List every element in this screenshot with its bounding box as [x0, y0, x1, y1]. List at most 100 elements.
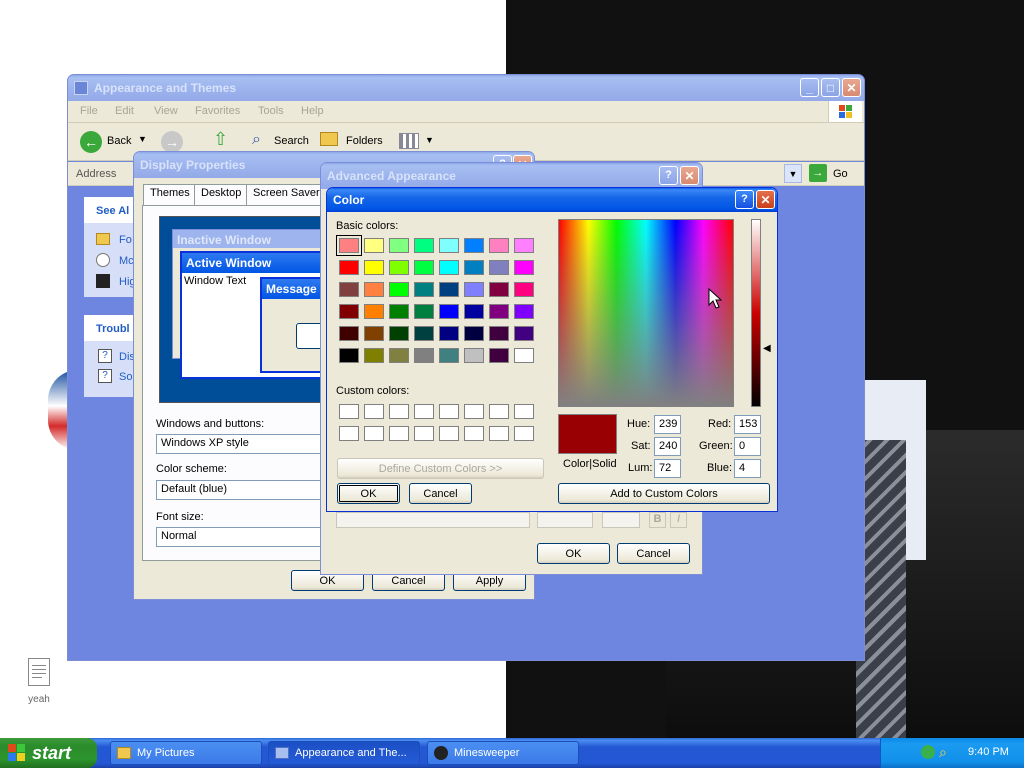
basic-color-swatch[interactable] [489, 282, 509, 297]
color-dialog[interactable]: Color ? ✕ Basic colors: Custom colors: D… [326, 187, 778, 512]
basic-color-swatch[interactable] [514, 326, 534, 341]
custom-color-swatch[interactable] [464, 426, 484, 441]
basic-color-swatch[interactable] [414, 348, 434, 363]
help-icon[interactable]: ? [735, 190, 754, 209]
dialog-titlebar[interactable]: Color ? ✕ [327, 188, 777, 212]
basic-color-swatch[interactable] [489, 326, 509, 341]
custom-color-swatch[interactable] [464, 404, 484, 419]
basic-color-swatch[interactable] [489, 304, 509, 319]
menu-edit[interactable]: Edit [115, 105, 134, 117]
start-button[interactable]: start [0, 738, 97, 768]
define-custom-colors-button[interactable]: Define Custom Colors >> [337, 458, 544, 479]
basic-color-swatch[interactable] [389, 260, 409, 275]
maximize-icon[interactable]: □ [821, 78, 840, 97]
tab-desktop[interactable]: Desktop [194, 184, 249, 205]
sat-input[interactable]: 240 [654, 437, 681, 456]
task-my-pictures[interactable]: My Pictures [110, 741, 262, 765]
basic-color-swatch[interactable] [464, 304, 484, 319]
basic-color-swatch[interactable] [439, 304, 459, 319]
bold-button[interactable]: B [649, 512, 666, 528]
custom-color-swatch[interactable] [339, 426, 359, 441]
color-spectrum[interactable]: + [558, 219, 734, 407]
basic-color-swatch[interactable] [489, 238, 509, 253]
menu-file[interactable]: File [80, 105, 98, 117]
basic-color-swatch[interactable] [389, 282, 409, 297]
basic-color-swatch[interactable] [464, 238, 484, 253]
cancel-button[interactable]: Cancel [617, 543, 690, 564]
basic-color-swatch[interactable] [514, 304, 534, 319]
see-also-link-1[interactable]: Fo [119, 234, 132, 246]
basic-color-swatch[interactable] [414, 304, 434, 319]
basic-color-swatch[interactable] [364, 282, 384, 297]
custom-color-swatch[interactable] [339, 404, 359, 419]
custom-color-swatch[interactable] [364, 426, 384, 441]
folders-button-label[interactable]: Folders [346, 135, 383, 147]
basic-color-swatch[interactable] [339, 282, 359, 297]
italic-button[interactable]: I [670, 512, 687, 528]
back-button-label[interactable]: Back [107, 135, 131, 147]
custom-color-swatch[interactable] [439, 404, 459, 419]
custom-color-swatch[interactable] [364, 404, 384, 419]
trouble-link-2[interactable]: So [119, 371, 132, 383]
basic-color-swatch[interactable] [514, 238, 534, 253]
basic-color-swatch[interactable] [439, 282, 459, 297]
basic-color-swatch[interactable] [439, 326, 459, 341]
search-icon[interactable]: ⌕ [939, 744, 947, 761]
tab-themes[interactable]: Themes [143, 184, 197, 205]
menu-favorites[interactable]: Favorites [195, 105, 240, 117]
basic-color-swatch[interactable] [489, 260, 509, 275]
basic-color-swatch[interactable] [489, 348, 509, 363]
task-appearance-themes[interactable]: Appearance and The... [268, 741, 420, 765]
dialog-titlebar[interactable]: Advanced Appearance ? ✕ [321, 163, 702, 189]
basic-color-swatch[interactable] [364, 348, 384, 363]
custom-color-swatch[interactable] [489, 426, 509, 441]
basic-color-swatch[interactable] [389, 326, 409, 341]
basic-color-swatch[interactable] [514, 348, 534, 363]
blue-input[interactable]: 4 [734, 459, 761, 478]
go-arrow-icon[interactable]: → [809, 164, 827, 182]
basic-color-swatch[interactable] [464, 260, 484, 275]
luminance-arrow-icon[interactable]: ◀ [763, 343, 771, 354]
basic-color-swatch[interactable] [464, 326, 484, 341]
basic-color-swatch[interactable] [364, 326, 384, 341]
forward-arrow-icon[interactable]: → [161, 131, 183, 153]
basic-color-swatch[interactable] [389, 348, 409, 363]
go-button-label[interactable]: Go [833, 168, 848, 180]
color-scheme-select[interactable]: Default (blue) [156, 480, 326, 500]
views-dropdown-icon[interactable]: ▼ [425, 135, 434, 145]
basic-color-swatch[interactable] [339, 348, 359, 363]
green-input[interactable]: 0 [734, 437, 761, 456]
custom-color-swatch[interactable] [514, 426, 534, 441]
task-minesweeper[interactable]: Minesweeper [427, 741, 579, 765]
close-icon[interactable]: ✕ [680, 166, 699, 185]
window-titlebar[interactable]: Appearance and Themes _ □ ✕ [68, 75, 864, 101]
basic-color-swatch[interactable] [364, 260, 384, 275]
search-button-label[interactable]: Search [274, 135, 309, 147]
help-icon[interactable]: ? [659, 166, 678, 185]
close-icon[interactable]: ✕ [756, 190, 775, 209]
ok-button[interactable]: OK [337, 483, 400, 504]
menu-help[interactable]: Help [301, 105, 324, 117]
custom-color-swatch[interactable] [414, 404, 434, 419]
basic-color-swatch[interactable] [514, 282, 534, 297]
custom-color-swatch[interactable] [489, 404, 509, 419]
add-to-custom-colors-button[interactable]: Add to Custom Colors [558, 483, 770, 504]
menu-tools[interactable]: Tools [258, 105, 284, 117]
custom-color-swatch[interactable] [439, 426, 459, 441]
tab-screen-saver[interactable]: Screen Saver [246, 184, 327, 205]
basic-color-swatch[interactable] [414, 326, 434, 341]
basic-color-swatch[interactable] [439, 348, 459, 363]
ok-button[interactable]: OK [537, 543, 610, 564]
basic-color-swatch[interactable] [389, 238, 409, 253]
views-icon[interactable] [399, 133, 419, 149]
clock[interactable]: 9:40 PM [968, 746, 1009, 758]
basic-color-swatch[interactable] [339, 304, 359, 319]
red-input[interactable]: 153 [734, 415, 761, 434]
basic-color-swatch[interactable] [414, 238, 434, 253]
lum-input[interactable]: 72 [654, 459, 681, 478]
basic-color-swatch[interactable] [439, 238, 459, 253]
font-size-select[interactable]: Normal [156, 527, 326, 547]
cancel-button[interactable]: Cancel [409, 483, 472, 504]
folders-icon[interactable] [320, 132, 338, 146]
custom-color-swatch[interactable] [514, 404, 534, 419]
